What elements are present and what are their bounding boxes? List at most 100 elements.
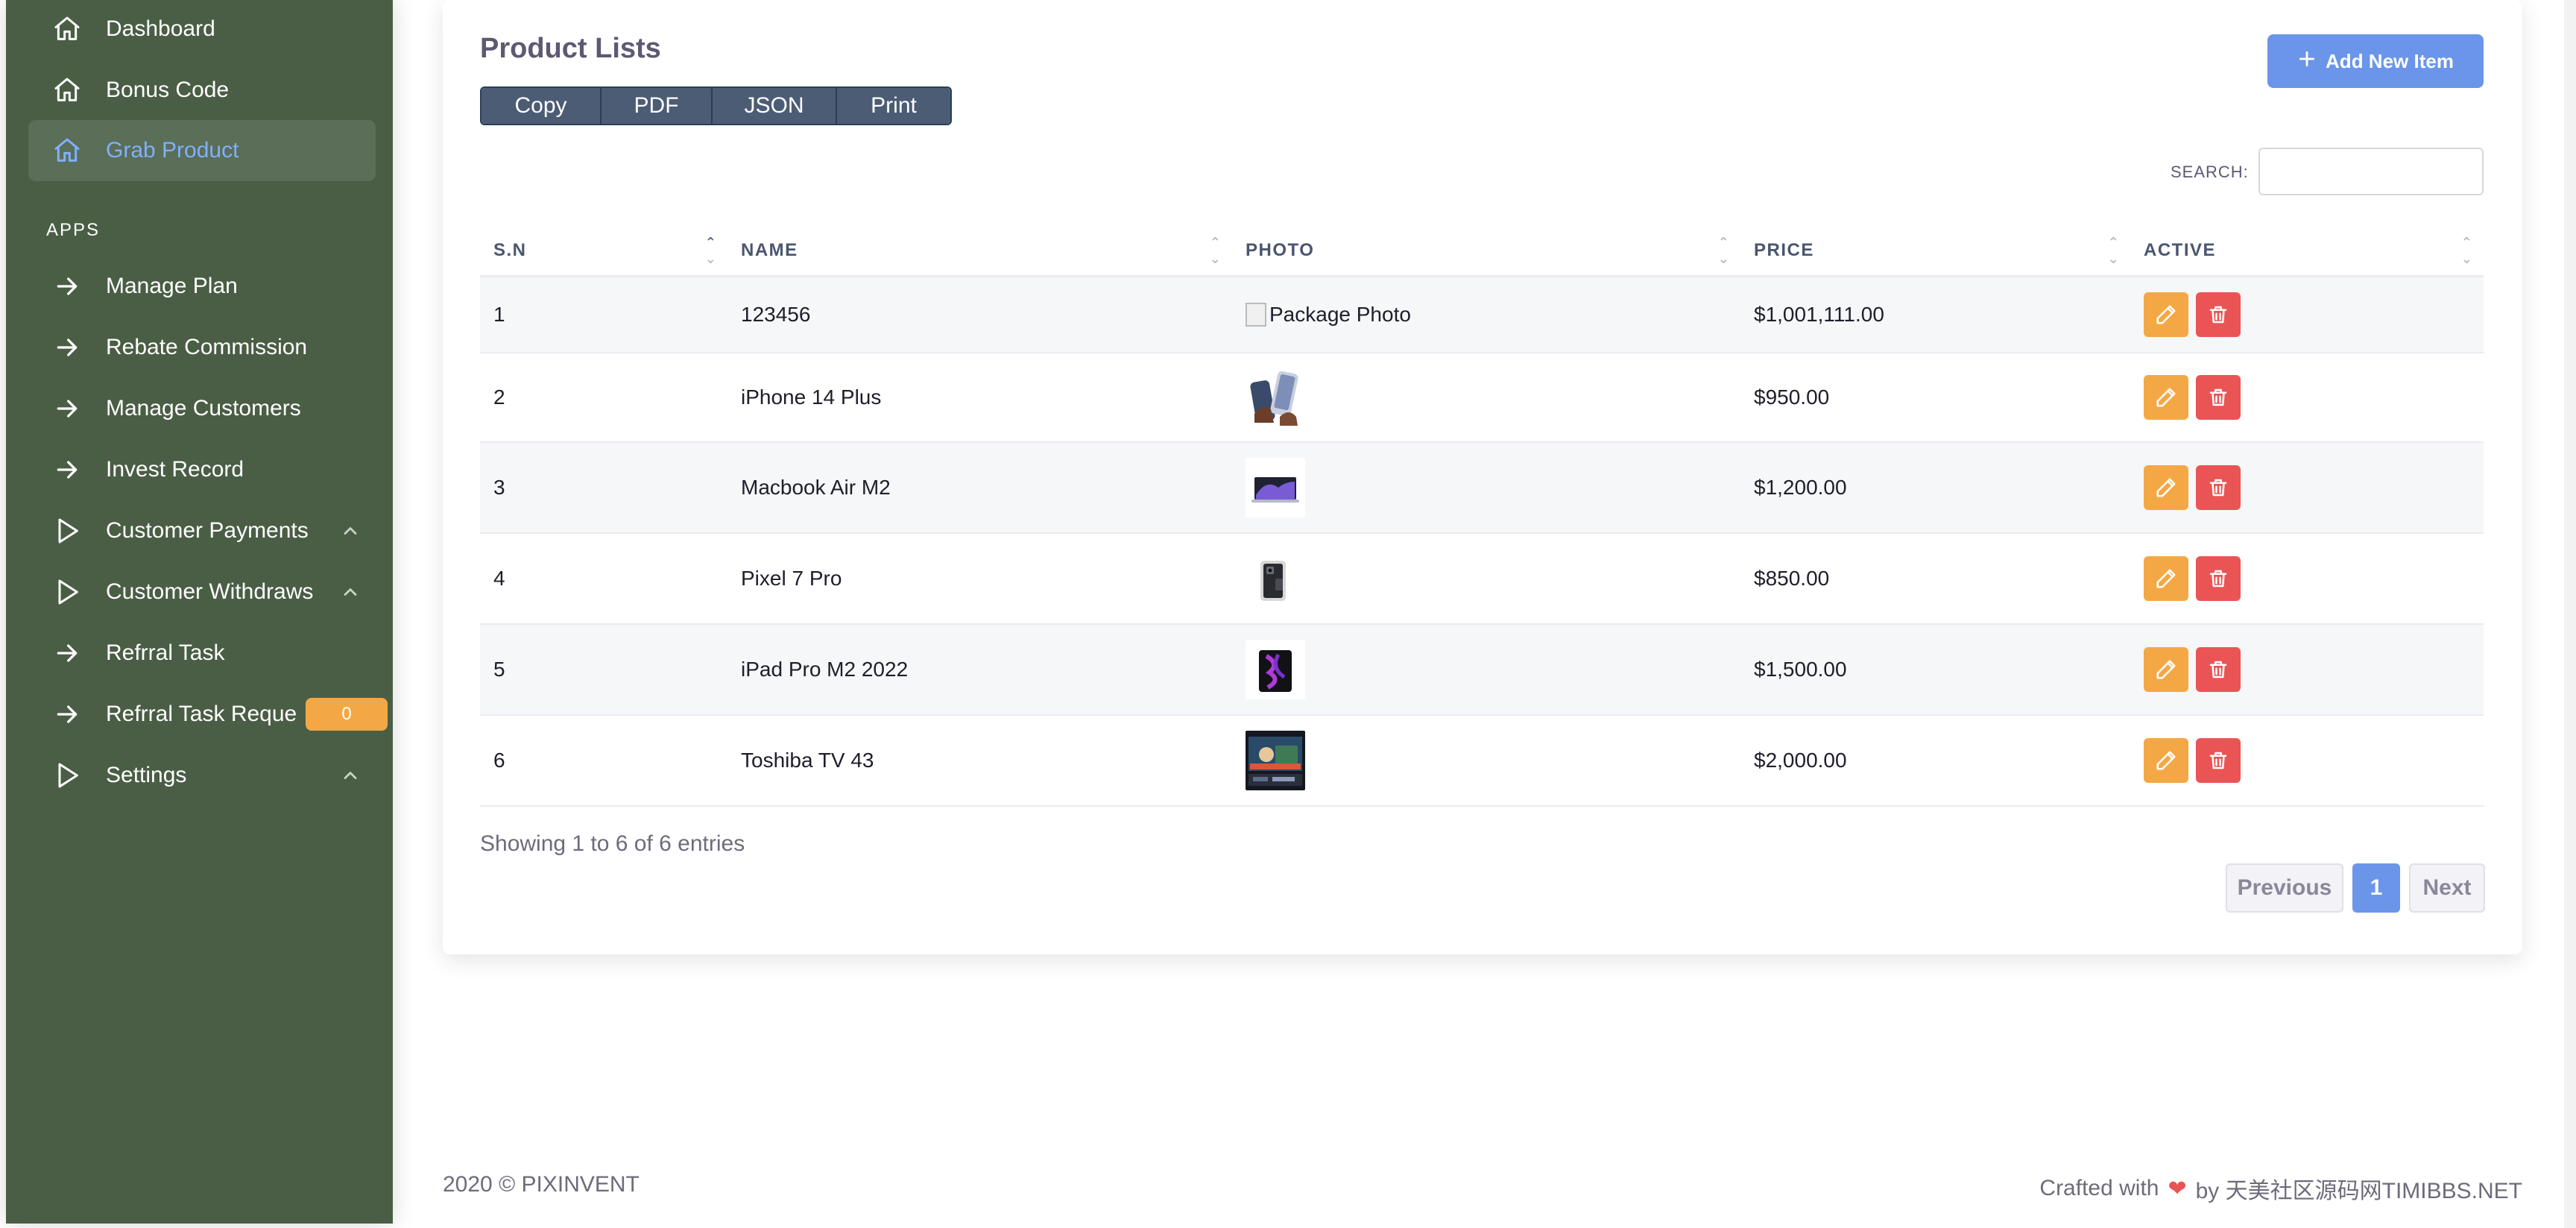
sidebar-item-settings[interactable]: Settings	[28, 745, 376, 806]
cell-actions	[2130, 353, 2248, 441]
footer-copyright: 2020 © PIXINVENT	[443, 1172, 640, 1197]
sidebar-item-refrral-task-reque[interactable]: Refrral Task Reque 0	[28, 684, 388, 745]
search-label: SEARCH:	[2171, 163, 2249, 181]
cell-sn: 3	[493, 476, 505, 499]
cell-photo: Package Photo	[1232, 277, 1411, 352]
sidebar-item-label: Manage Plan	[106, 274, 238, 298]
previous-page-button[interactable]: Previous	[2226, 863, 2343, 913]
play-icon	[49, 513, 85, 549]
sidebar-item-invest-record[interactable]: Invest Record	[28, 439, 376, 500]
sidebar-section-label: APPS	[46, 220, 101, 240]
sidebar-item-label: Rebate Commission	[106, 335, 308, 359]
edit-button[interactable]	[2144, 647, 2188, 692]
sidebar-item-manage-plan[interactable]: Manage Plan	[28, 256, 376, 317]
cell-price: $1,001,111.00	[1754, 303, 1884, 326]
add-new-item-button[interactable]: Add New Item	[2267, 34, 2484, 88]
json-button[interactable]: JSON	[713, 88, 837, 124]
pencil-icon	[2155, 567, 2177, 590]
cell-sn: 1	[493, 303, 505, 326]
cell-actions	[2130, 443, 2248, 532]
delete-button[interactable]	[2196, 375, 2241, 420]
sidebar-item-grab-product[interactable]: Grab Product	[28, 120, 376, 181]
edit-button[interactable]	[2144, 556, 2188, 601]
arrow-right-icon	[49, 391, 85, 426]
edit-button[interactable]	[2144, 292, 2188, 337]
column-header-label: ACTIVE	[2144, 240, 2217, 260]
sidebar-item-label: Grab Product	[106, 138, 239, 163]
delete-button[interactable]	[2196, 647, 2241, 692]
cell-photo	[1232, 443, 1305, 532]
footer-credit: Crafted with ❤ by 天美社区源码网TIMIBBS.NET	[2039, 1172, 2522, 1205]
sidebar-item-label: Settings	[106, 763, 187, 787]
delete-button[interactable]	[2196, 556, 2241, 601]
sidebar-item-customer-payments[interactable]: Customer Payments	[28, 500, 376, 561]
delete-button[interactable]	[2196, 292, 2241, 337]
cell-sn: 2	[493, 385, 505, 409]
next-page-button[interactable]: Next	[2409, 863, 2485, 913]
arrow-right-icon	[49, 330, 85, 365]
play-icon	[49, 758, 85, 793]
entries-info: Showing 1 to 6 of 6 entries	[480, 831, 745, 856]
delete-button[interactable]	[2196, 465, 2241, 510]
column-header-name[interactable]: NAME ⌃ ⌄	[727, 224, 1232, 277]
sidebar-item-bonus-code[interactable]: Bonus Code	[28, 60, 376, 121]
image-alt-text: Package Photo	[1269, 303, 1411, 326]
column-header-price[interactable]: PRICE ⌃ ⌄	[1740, 224, 2130, 277]
column-header-label: PHOTO	[1246, 240, 1315, 260]
product-photo	[1246, 640, 1305, 699]
sidebar-item-refrral-task[interactable]: Refrral Task	[28, 623, 376, 684]
sort-icon: ⌃ ⌄	[704, 235, 718, 266]
pagination: Previous 1 Next	[2226, 863, 2485, 913]
sidebar-item-label: Customer Withdraws	[106, 579, 314, 604]
cell-photo	[1232, 534, 1305, 623]
table-row: 3 Macbook Air M2 $1,200.00	[480, 443, 2484, 534]
column-header-photo[interactable]: PHOTO ⌃ ⌄	[1232, 224, 1740, 277]
footer-crafted-text: Crafted with	[2039, 1176, 2159, 1200]
plus-icon	[2297, 49, 2317, 74]
chevron-up-icon	[340, 582, 361, 602]
column-header-label: PRICE	[1754, 240, 1814, 260]
add-new-item-label: Add New Item	[2326, 49, 2454, 72]
edit-button[interactable]	[2144, 375, 2188, 420]
edit-button[interactable]	[2144, 465, 2188, 510]
table-row: 6 Toshiba TV 43 $2,000.00	[480, 716, 2484, 807]
trash-icon	[2207, 386, 2229, 409]
cell-photo	[1232, 625, 1305, 714]
cell-actions	[2130, 277, 2248, 352]
broken-image: Package Photo	[1246, 303, 1411, 327]
cell-price: $2,000.00	[1754, 749, 1847, 772]
sidebar-item-rebate-commission[interactable]: Rebate Commission	[28, 317, 376, 378]
chevron-up-icon	[340, 765, 361, 786]
sidebar-item-dashboard[interactable]: Dashboard	[28, 0, 376, 60]
cell-name: 123456	[741, 303, 811, 326]
sidebar-item-customer-withdraws[interactable]: Customer Withdraws	[28, 561, 376, 623]
cell-name: iPad Pro M2 2022	[741, 658, 909, 681]
delete-button[interactable]	[2196, 738, 2241, 783]
page-1-button[interactable]: 1	[2352, 863, 2400, 913]
column-header-active[interactable]: ACTIVE ⌃ ⌄	[2130, 224, 2484, 277]
sidebar: Dashboard Bonus Code Grab Product APPS Manag…	[6, 0, 393, 1224]
column-header-sn[interactable]: S.N ⌃ ⌄	[480, 224, 727, 277]
product-photo	[1246, 458, 1305, 517]
play-icon	[49, 574, 85, 610]
search-input[interactable]	[2258, 148, 2484, 195]
chevron-up-icon	[340, 520, 361, 541]
pdf-button[interactable]: PDF	[601, 88, 713, 124]
pencil-icon	[2155, 749, 2177, 772]
export-button-group: Copy PDF JSON Print	[480, 86, 952, 125]
sidebar-item-label: Refrral Task Reque	[106, 702, 297, 726]
cell-name: iPhone 14 Plus	[741, 385, 882, 409]
cell-actions	[2130, 716, 2248, 805]
trash-icon	[2207, 567, 2229, 590]
product-photo	[1246, 549, 1305, 608]
edit-button[interactable]	[2144, 738, 2188, 783]
copy-button[interactable]: Copy	[482, 88, 602, 124]
column-header-label: NAME	[741, 240, 798, 260]
sidebar-item-manage-customers[interactable]: Manage Customers	[28, 378, 376, 439]
arrow-right-icon	[49, 268, 85, 304]
print-button[interactable]: Print	[836, 88, 950, 124]
cell-actions	[2130, 625, 2248, 714]
trash-icon	[2207, 658, 2229, 681]
footer-by-link[interactable]: by 天美社区源码网TIMIBBS.NET	[2196, 1172, 2522, 1205]
table-header: S.N ⌃ ⌄ NAME ⌃ ⌄ PHOTO ⌃ ⌄ PRICE ⌃ ⌄ ACTIVE …	[480, 224, 2484, 277]
